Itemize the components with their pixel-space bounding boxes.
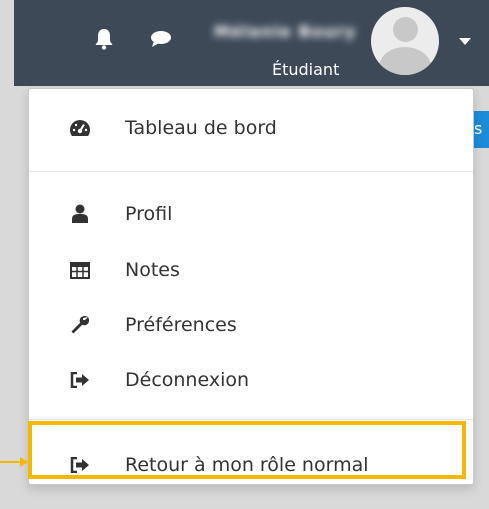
background-tab-text: s	[474, 119, 483, 138]
menu-item-label: Profil	[125, 203, 173, 225]
pointer-arrow	[0, 461, 22, 463]
username-label[interactable]: Mélanie Boury	[214, 22, 384, 42]
menu-item-dashboard[interactable]: Tableau de bord	[29, 108, 473, 148]
menu-item-label: Retour à mon rôle normal	[125, 454, 369, 476]
menu-item-grades[interactable]: Notes	[29, 250, 473, 290]
role-label: Étudiant	[272, 60, 340, 79]
menu-divider	[29, 171, 473, 172]
table-grid-icon	[69, 259, 91, 281]
user-menu-dropdown: Tableau de bord Profil Notes Préférences…	[28, 88, 474, 485]
chat-bubble-icon[interactable]	[150, 30, 172, 52]
pointer-arrow-head	[20, 457, 28, 467]
menu-item-label: Déconnexion	[125, 369, 250, 391]
sign-out-icon	[69, 369, 91, 391]
menu-item-preferences[interactable]: Préférences	[29, 305, 473, 345]
menu-item-return-normal-role[interactable]: Retour à mon rôle normal	[29, 445, 473, 485]
menu-item-profile[interactable]: Profil	[29, 194, 473, 234]
top-navbar: Mélanie Boury Étudiant	[14, 0, 489, 86]
dashboard-gauge-icon	[69, 117, 91, 139]
menu-item-label: Préférences	[125, 314, 237, 336]
bell-icon[interactable]	[94, 28, 114, 54]
menu-item-label: Notes	[125, 259, 180, 281]
menu-item-label: Tableau de bord	[125, 117, 277, 139]
wrench-icon	[69, 314, 91, 336]
chevron-down-icon[interactable]	[459, 38, 471, 45]
avatar[interactable]	[371, 7, 439, 75]
sign-out-icon	[69, 454, 91, 476]
menu-item-logout[interactable]: Déconnexion	[29, 360, 473, 400]
menu-divider	[29, 419, 473, 420]
user-icon	[69, 203, 91, 225]
